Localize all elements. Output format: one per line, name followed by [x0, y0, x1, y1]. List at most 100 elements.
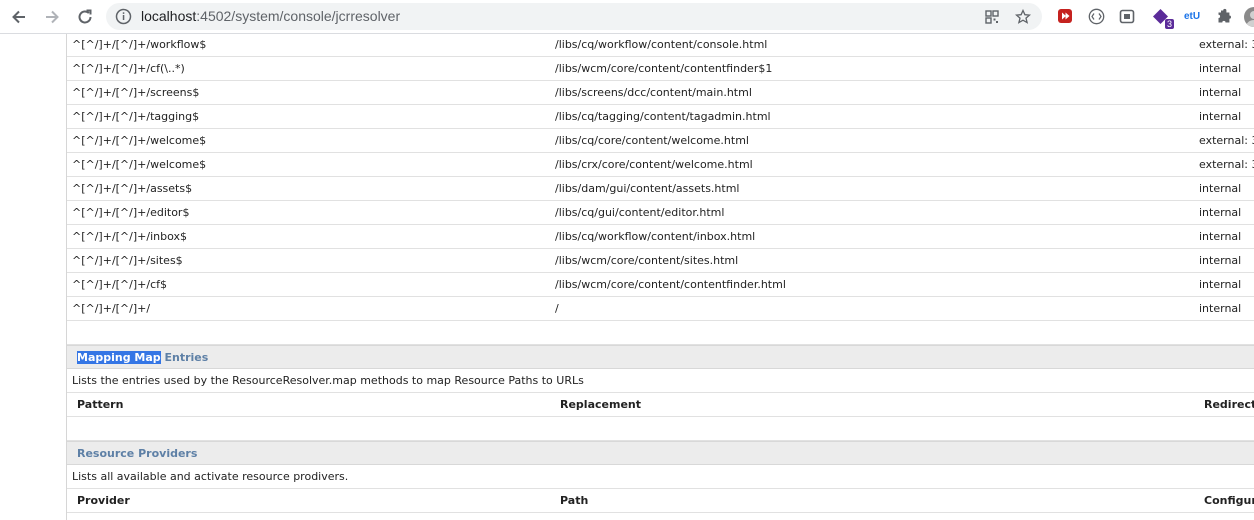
pattern-cell: ^[^/]+/[^/]+/sites$ — [72, 254, 183, 267]
resource-providers-title: Resource Providers — [77, 447, 198, 460]
column-pattern: Pattern — [77, 398, 124, 411]
puzzle-glyph — [1218, 8, 1231, 22]
mapping-map-title-rest: Entries — [160, 351, 209, 364]
resource-providers-section-header: Resource Providers — [67, 441, 1254, 465]
type-cell: internal — [1199, 254, 1242, 267]
mapping-map-description: Lists the entries used by the ResourceRe… — [72, 374, 584, 387]
browser-toolbar: localhost:4502/system/console/jcrresolve… — [0, 0, 1254, 34]
table-row: ^[^/]+/[^/]+/welcome$ /libs/cq/core/conte… — [67, 129, 1254, 153]
pattern-cell: ^[^/]+/[^/]+/tagging$ — [72, 110, 200, 123]
avatar-glyph — [1246, 11, 1254, 27]
box-ext-glyph — [1119, 9, 1134, 23]
pattern-cell: ^[^/]+/[^/]+/workflow$ — [72, 38, 207, 51]
profile-avatar[interactable] — [1244, 7, 1254, 27]
back-arrow-icon — [12, 10, 25, 24]
type-cell: internal — [1199, 206, 1242, 219]
replacement-cell: /libs/cq/workflow/content/inbox.html — [555, 230, 756, 243]
forward-arrow-icon — [46, 10, 59, 24]
site-info-icon[interactable] — [115, 8, 132, 25]
extension-code-icon[interactable] — [1087, 7, 1105, 25]
type-cell: internal — [1199, 302, 1242, 315]
replacement-cell: /libs/cq/core/content/welcome.html — [555, 134, 749, 147]
table-row: ^[^/]+/[^/]+/inbox$ /libs/cq/workflow/con… — [67, 225, 1254, 249]
type-cell: internal — [1199, 110, 1242, 123]
replacement-cell: /libs/crx/core/content/welcome.html — [555, 158, 753, 171]
qr-glyph — [985, 10, 999, 24]
table-row: ^[^/]+/[^/]+/tagging$ /libs/cq/tagging/co… — [67, 105, 1254, 129]
extension-puzzle-box-icon[interactable] — [1118, 7, 1136, 25]
address-bar[interactable]: localhost:4502/system/console/jcrresolve… — [106, 3, 1042, 30]
pattern-cell: ^[^/]+/[^/]+/welcome$ — [72, 134, 207, 147]
pattern-cell: ^[^/]+/[^/]+/cf(\..*) — [72, 62, 185, 75]
pattern-cell: ^[^/]+/[^/]+/editor$ — [72, 206, 190, 219]
mapping-map-title: Mapping Map Entries — [77, 351, 208, 364]
star-glyph — [1015, 9, 1031, 24]
column-replacement: Replacement — [560, 398, 641, 411]
url-host: localhost — [141, 8, 197, 24]
type-cell: external: 3 — [1199, 134, 1254, 147]
type-cell: internal — [1199, 278, 1242, 291]
url-text[interactable]: localhost:4502/system/console/jcrresolve… — [141, 8, 400, 24]
type-cell: internal — [1199, 230, 1242, 243]
table-row: ^[^/]+/[^/]+/editor$ /libs/cq/gui/content… — [67, 201, 1254, 225]
extension-badge: 3 — [1164, 19, 1174, 29]
extension-red-icon[interactable] — [1056, 7, 1074, 25]
replacement-cell: / — [555, 302, 559, 315]
extension-etu-label: etU — [1183, 10, 1201, 22]
selected-text: Mapping Map — [77, 351, 161, 364]
type-cell: internal — [1199, 86, 1242, 99]
extension-aem-icon[interactable]: 3 — [1151, 7, 1174, 29]
jcr-resolver-content: ^[^/]+/[^/]+/workflow$ /libs/cq/workflow/… — [66, 34, 1254, 520]
pattern-cell: ^[^/]+/[^/]+/cf$ — [72, 278, 167, 291]
extension-etu-icon[interactable]: etU — [1183, 7, 1201, 25]
replacement-cell: /libs/wcm/core/content/contentfinder.htm… — [555, 278, 786, 291]
extensions-puzzle-icon[interactable] — [1214, 7, 1232, 25]
red-ext-glyph — [1058, 9, 1072, 23]
replacement-cell: /libs/cq/tagging/content/tagadmin.html — [555, 110, 771, 123]
replacement-cell: /libs/cq/gui/content/editor.html — [555, 206, 725, 219]
type-cell: internal — [1199, 182, 1242, 195]
table-row: ^[^/]+/[^/]+/sites$ /libs/wcm/core/conten… — [67, 249, 1254, 273]
table-row: ^[^/]+/[^/]+/cf$ /libs/wcm/core/content/c… — [67, 273, 1254, 297]
column-provider: Provider — [77, 494, 130, 507]
column-configuration: Configura — [1204, 494, 1254, 507]
mapping-map-empty-row — [67, 417, 1254, 441]
replacement-cell: /libs/wcm/core/content/contentfinder$1 — [555, 62, 773, 75]
type-cell: internal — [1199, 62, 1242, 75]
reload-button[interactable] — [72, 5, 98, 29]
table-row: ^[^/]+/[^/]+/workflow$ /libs/cq/workflow/… — [67, 34, 1254, 57]
type-cell: external: 3 — [1199, 158, 1254, 171]
table-row: ^[^/]+/[^/]+/ / internal — [67, 297, 1254, 321]
table-row: ^[^/]+/[^/]+/welcome$ /libs/crx/core/cont… — [67, 153, 1254, 177]
mapping-map-columns: Pattern Replacement Redirect — [67, 393, 1254, 417]
page-viewport: ^[^/]+/[^/]+/workflow$ /libs/cq/workflow/… — [0, 34, 1254, 520]
replacement-cell: /libs/screens/dcc/content/main.html — [555, 86, 752, 99]
table-row: ^[^/]+/[^/]+/cf(\..*) /libs/wcm/core/cont… — [67, 57, 1254, 81]
mapping-map-section-header: Mapping Map Entries — [67, 345, 1254, 369]
pattern-cell: ^[^/]+/[^/]+/screens$ — [72, 86, 200, 99]
resource-providers-columns: Provider Path Configura — [67, 489, 1254, 513]
resource-providers-description: Lists all available and activate resourc… — [72, 470, 349, 483]
table-row: ^[^/]+/[^/]+/assets$ /libs/dam/gui/conten… — [67, 177, 1254, 201]
pattern-cell: ^[^/]+/[^/]+/welcome$ — [72, 158, 207, 171]
mapping-map-description-row: Lists the entries used by the ResourceRe… — [67, 369, 1254, 393]
column-redirect: Redirect — [1204, 398, 1254, 411]
replacement-cell: /libs/wcm/core/content/sites.html — [555, 254, 739, 267]
column-path: Path — [560, 494, 589, 507]
reload-icon — [78, 9, 92, 24]
spacer-row — [67, 321, 1254, 345]
pattern-cell: ^[^/]+/[^/]+/assets$ — [72, 182, 193, 195]
bookmark-star-icon[interactable] — [1014, 8, 1032, 26]
type-cell: external: 3 — [1199, 38, 1254, 51]
pattern-cell: ^[^/]+/[^/]+/inbox$ — [72, 230, 187, 243]
replacement-cell: /libs/cq/workflow/content/console.html — [555, 38, 768, 51]
forward-button[interactable] — [39, 5, 65, 29]
resource-providers-description-row: Lists all available and activate resourc… — [67, 465, 1254, 489]
pattern-cell: ^[^/]+/[^/]+/ — [72, 302, 151, 315]
back-button[interactable] — [6, 5, 32, 29]
table-row: ^[^/]+/[^/]+/screens$ /libs/screens/dcc/c… — [67, 81, 1254, 105]
code-ext-glyph — [1088, 8, 1104, 24]
url-path: :4502/system/console/jcrresolver — [196, 8, 401, 24]
qr-code-icon[interactable] — [983, 8, 1001, 26]
replacement-cell: /libs/dam/gui/content/assets.html — [555, 182, 740, 195]
